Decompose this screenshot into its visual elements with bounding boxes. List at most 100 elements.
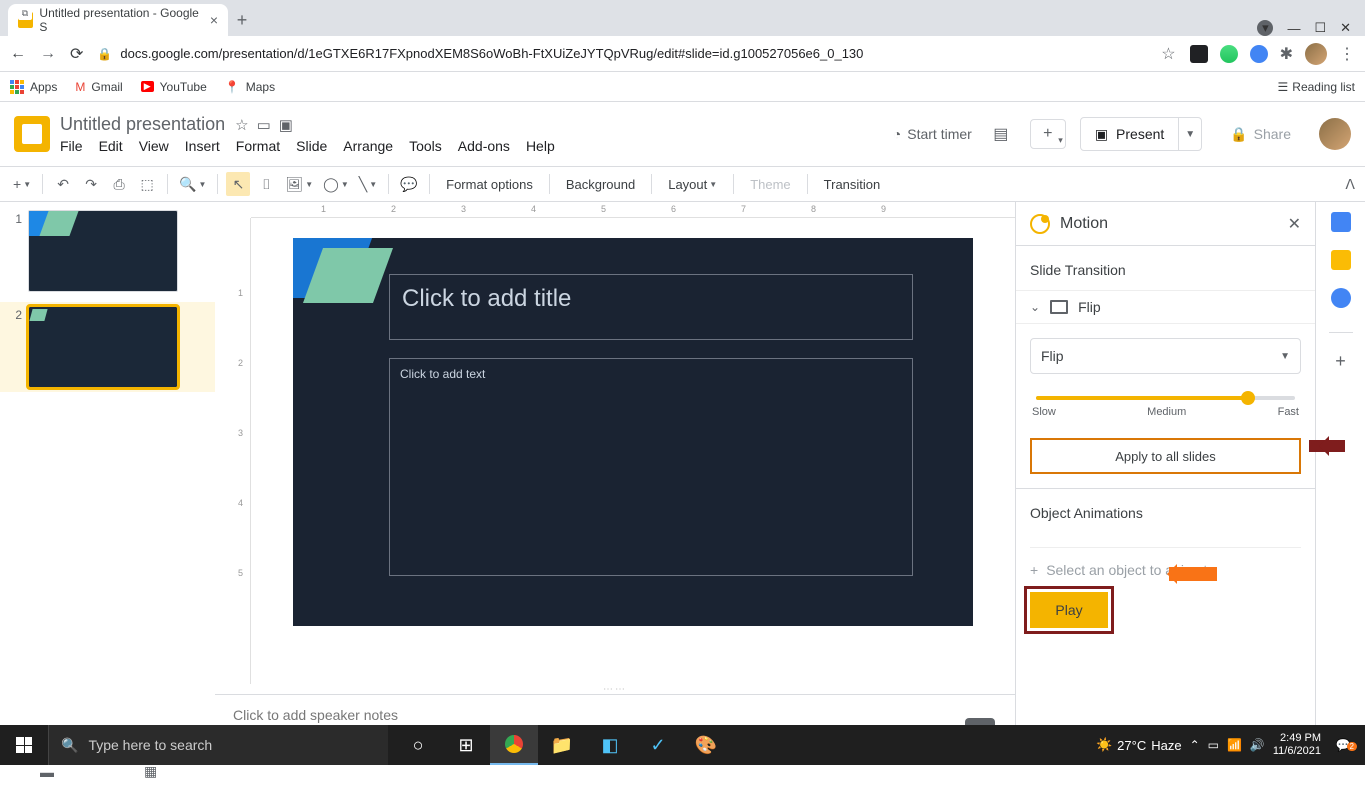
apps-bookmark[interactable]: Apps — [10, 80, 57, 94]
collapse-toolbar-icon[interactable]: ᐱ — [1345, 176, 1355, 193]
grid-view-icon[interactable]: ▦ — [144, 763, 157, 780]
comment-history-button[interactable]: ▤ — [986, 119, 1016, 149]
comment-button[interactable]: 💬 — [397, 172, 421, 196]
menu-slide[interactable]: Slide — [296, 138, 327, 154]
file-explorer-app[interactable]: 📁 — [538, 725, 586, 765]
extension-icon[interactable] — [1220, 45, 1238, 63]
wifi-icon[interactable]: 📶 — [1227, 738, 1242, 752]
browser-tab[interactable]: Untitled presentation - Google S × — [8, 4, 228, 36]
slides-logo-icon[interactable] — [14, 116, 50, 152]
motion-panel: Motion ✕ Slide Transition ⌄ Flip Flip ▼ … — [1015, 202, 1315, 756]
slide-thumbnail-1[interactable] — [28, 210, 178, 292]
account-avatar[interactable] — [1319, 118, 1351, 150]
reload-button[interactable]: ⟳ — [70, 44, 83, 64]
chrome-app[interactable] — [490, 725, 538, 765]
transition-row[interactable]: ⌄ Flip — [1016, 290, 1315, 324]
image-tool[interactable]: 🖼▼ — [282, 172, 316, 196]
tray-chevron-icon[interactable]: ⌃ — [1190, 738, 1200, 752]
menu-addons[interactable]: Add-ons — [458, 138, 510, 154]
menu-tools[interactable]: Tools — [409, 138, 442, 154]
calendar-rail-icon[interactable] — [1331, 212, 1351, 232]
todo-app[interactable]: ✓ — [634, 725, 682, 765]
select-tool[interactable]: ↖ — [226, 172, 250, 196]
doc-title[interactable]: Untitled presentation — [60, 114, 225, 135]
star-icon[interactable]: ☆ — [1161, 44, 1175, 64]
slide-thumbnail-2[interactable] — [28, 306, 178, 388]
cortana-icon[interactable]: ○ — [394, 725, 442, 765]
speed-slider[interactable] — [1036, 396, 1295, 400]
address-bar[interactable]: 🔒 docs.google.com/presentation/d/1eGTXE6… — [97, 46, 1147, 61]
format-options-button[interactable]: Format options — [438, 172, 541, 196]
close-panel-icon[interactable]: ✕ — [1288, 214, 1301, 234]
zoom-button[interactable]: 🔍▼ — [176, 172, 209, 196]
line-tool[interactable]: ╲▼ — [356, 172, 380, 196]
keep-rail-icon[interactable] — [1331, 250, 1351, 270]
menu-help[interactable]: Help — [526, 138, 555, 154]
menu-file[interactable]: File — [60, 138, 83, 154]
forward-button[interactable]: → — [40, 45, 56, 63]
apply-to-all-button[interactable]: Apply to all slides — [1030, 438, 1301, 474]
shape-tool[interactable]: ◯▼ — [320, 172, 352, 196]
object-animations-heading: Object Animations — [1016, 489, 1315, 533]
youtube-bookmark[interactable]: ▶ YouTube — [141, 80, 207, 94]
menu-format[interactable]: Format — [236, 138, 280, 154]
layout-button[interactable]: Layout▼ — [660, 172, 725, 196]
status-icon[interactable]: ▣ — [279, 116, 293, 134]
gmail-bookmark[interactable]: M Gmail — [75, 80, 122, 94]
back-button[interactable]: ← — [10, 45, 26, 63]
paint-app[interactable]: 🎨 — [682, 725, 730, 765]
clock[interactable]: 2:49 PM 11/6/2021 — [1273, 732, 1321, 758]
theme-button: Theme — [742, 172, 798, 196]
print-button[interactable]: ⎙ — [107, 172, 131, 196]
maps-bookmark[interactable]: 📍 Maps — [225, 80, 275, 94]
new-tab-button[interactable]: + — [228, 4, 256, 36]
account-icon[interactable]: ▾ — [1257, 20, 1273, 36]
vertical-ruler: 12345 — [235, 218, 251, 684]
paint-format-button[interactable]: ⬚ — [135, 172, 159, 196]
textbox-tool[interactable]: ⌷ — [254, 172, 278, 196]
menu-edit[interactable]: Edit — [99, 138, 123, 154]
body-placeholder[interactable]: Click to add text — [389, 358, 913, 576]
extension-icon[interactable] — [1190, 45, 1208, 63]
close-tab-icon[interactable]: × — [210, 12, 218, 28]
app-icon[interactable]: ◧ — [586, 725, 634, 765]
extensions-icon[interactable]: ✱ — [1280, 44, 1293, 64]
menu-view[interactable]: View — [139, 138, 169, 154]
kebab-menu-icon[interactable]: ⋮ — [1339, 44, 1355, 64]
add-addon-icon[interactable]: + — [1331, 351, 1351, 371]
slide-rect-icon — [1050, 300, 1068, 314]
present-dropdown[interactable]: ▼ — [1178, 118, 1201, 150]
title-placeholder[interactable]: Click to add title — [389, 274, 913, 340]
start-button[interactable] — [0, 725, 48, 765]
notification-center-icon[interactable]: 💬2 — [1329, 738, 1357, 752]
undo-button[interactable]: ↶ — [51, 172, 75, 196]
weather-widget[interactable]: ☀️ 27°C Haze — [1096, 737, 1182, 753]
play-button[interactable]: Play — [1030, 592, 1108, 628]
present-button[interactable]: ▣Present ▼ — [1080, 117, 1202, 151]
notes-drag-handle[interactable]: ⋯⋯ — [215, 684, 1015, 694]
transition-select[interactable]: Flip ▼ — [1030, 338, 1301, 374]
menu-insert[interactable]: Insert — [185, 138, 220, 154]
menu-arrange[interactable]: Arrange — [343, 138, 393, 154]
background-button[interactable]: Background — [558, 172, 643, 196]
close-window-icon[interactable]: ✕ — [1340, 20, 1351, 36]
battery-icon[interactable]: ▭ — [1208, 738, 1219, 752]
task-view-icon[interactable]: ⊞ — [442, 725, 490, 765]
tasks-rail-icon[interactable] — [1331, 288, 1351, 308]
maximize-icon[interactable]: ☐ — [1314, 20, 1326, 36]
taskbar-search[interactable]: 🔍 Type here to search — [48, 725, 388, 765]
star-icon[interactable]: ☆ — [235, 116, 248, 134]
reading-list-button[interactable]: ☰ Reading list — [1278, 80, 1355, 94]
slide-canvas[interactable]: Click to add title Click to add text — [293, 238, 973, 626]
share-button[interactable]: 🔒 Share — [1216, 117, 1305, 151]
volume-icon[interactable]: 🔊 — [1250, 738, 1265, 752]
transition-button[interactable]: Transition — [816, 172, 889, 196]
move-icon[interactable]: ▭ — [257, 116, 271, 134]
extension-icon[interactable] — [1250, 45, 1268, 63]
add-to-call-button[interactable]: +▾ — [1030, 119, 1066, 149]
redo-button[interactable]: ↷ — [79, 172, 103, 196]
start-timer-button[interactable]: ◔ Start timer — [893, 126, 972, 142]
minimize-icon[interactable]: — — [1287, 21, 1300, 36]
profile-avatar[interactable] — [1305, 43, 1327, 65]
new-slide-button[interactable]: +▼ — [10, 172, 34, 196]
